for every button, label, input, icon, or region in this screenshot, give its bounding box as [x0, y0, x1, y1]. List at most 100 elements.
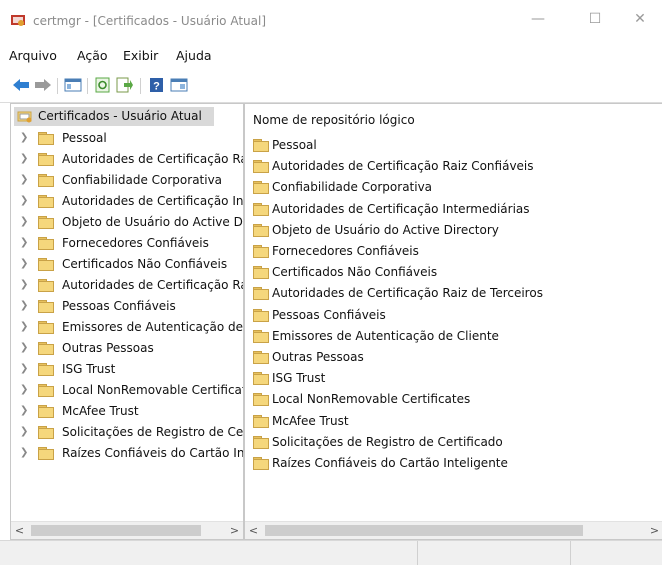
list-item[interactable]: Certificados Não Confiáveis [245, 262, 662, 283]
toolbar-separator [87, 78, 88, 94]
folder-icon [253, 287, 269, 301]
list-item[interactable]: Autoridades de Certificação Raiz de Terc… [245, 283, 662, 304]
menu-ajuda[interactable]: Ajuda [176, 48, 212, 63]
chevron-right-icon[interactable]: ❯ [20, 321, 28, 332]
tree-item[interactable]: ❯ Solicitações de Registro de Certificado [11, 422, 243, 443]
scroll-left-arrow[interactable]: < [245, 522, 262, 539]
folder-icon [38, 321, 54, 334]
list-item[interactable]: Autoridades de Certificação Raiz Confiáv… [245, 156, 662, 177]
export-list-icon[interactable] [116, 77, 134, 93]
tree-item[interactable]: ❯ ISG Trust [11, 359, 243, 380]
close-button[interactable]: ✕ [625, 8, 655, 30]
chevron-right-icon[interactable]: ❯ [20, 216, 28, 227]
list-item[interactable]: Fornecedores Confiáveis [245, 241, 662, 262]
folder-icon [253, 435, 269, 449]
status-segment [570, 541, 571, 565]
chevron-right-icon[interactable]: ❯ [20, 405, 28, 416]
tree-item[interactable]: ❯ Pessoas Confiáveis [11, 296, 243, 317]
show-hide-tree-icon[interactable] [64, 77, 82, 93]
tree-item[interactable]: ❯ Local NonRemovable Certificates [11, 380, 243, 401]
chevron-right-icon[interactable]: ❯ [20, 384, 28, 395]
scrollbar-thumb[interactable] [265, 525, 583, 536]
tree-item-label: Outras Pessoas [62, 341, 154, 355]
list-item[interactable]: Local NonRemovable Certificates [245, 389, 662, 410]
tree-item[interactable]: ❯ Autoridades de Certificação Raiz Confiá… [11, 149, 243, 170]
scrollbar-thumb[interactable] [31, 525, 201, 536]
back-arrow-icon[interactable] [12, 77, 30, 93]
tree-root-item[interactable]: Certificados - Usuário Atual [11, 107, 243, 126]
maximize-button[interactable]: ☐ [580, 8, 610, 30]
console-view-icon[interactable] [170, 77, 188, 93]
scroll-left-arrow[interactable]: < [11, 522, 28, 539]
chevron-right-icon[interactable]: ❯ [20, 300, 28, 311]
list-item[interactable]: Confiabilidade Corporativa [245, 177, 662, 198]
folder-icon [38, 300, 54, 313]
certmgr-app-icon [11, 15, 25, 26]
folder-icon [253, 308, 269, 322]
folder-icon [253, 181, 269, 195]
tree-item[interactable]: ❯ Confiabilidade Corporativa [11, 170, 243, 191]
help-icon[interactable]: ? [148, 77, 166, 93]
chevron-right-icon[interactable]: ❯ [20, 132, 28, 143]
tree-item[interactable]: ❯ Fornecedores Confiáveis [11, 233, 243, 254]
chevron-right-icon[interactable]: ❯ [20, 447, 28, 458]
list-item[interactable]: Autoridades de Certificação Intermediári… [245, 199, 662, 220]
list-horizontal-scrollbar[interactable]: < > [245, 521, 662, 539]
list-item[interactable]: ISG Trust [245, 368, 662, 389]
chevron-right-icon[interactable]: ❯ [20, 426, 28, 437]
tree-item[interactable]: ❯ Objeto de Usuário do Active Directory [11, 212, 243, 233]
tree-item[interactable]: ❯ Autoridades de Certificação Intermediár… [11, 191, 243, 212]
scroll-right-arrow[interactable]: > [226, 522, 243, 539]
menu-exibir[interactable]: Exibir [123, 48, 158, 63]
chevron-right-icon[interactable]: ❯ [20, 153, 28, 164]
folder-icon [38, 195, 54, 208]
list-item-label: Fornecedores Confiáveis [272, 244, 419, 258]
column-header-name[interactable]: Nome de repositório lógico [253, 113, 415, 127]
chevron-right-icon[interactable]: ❯ [20, 237, 28, 248]
tree-item[interactable]: ❯ Outras Pessoas [11, 338, 243, 359]
menu-acao[interactable]: Ação [77, 48, 108, 63]
list-item-label: Raízes Confiáveis do Cartão Inteligente [272, 456, 508, 470]
folder-icon [253, 245, 269, 258]
folder-icon [38, 153, 54, 166]
tree-item-label: Certificados Não Confiáveis [62, 257, 228, 271]
tree-item[interactable]: ❯ Autoridades de Certificação Raiz de Ter… [11, 275, 243, 296]
tree-item[interactable]: ❯ Raízes Confiáveis do Cartão Inteligente [11, 443, 243, 464]
folder-icon [253, 329, 269, 343]
toolbar-separator [140, 78, 141, 94]
chevron-right-icon[interactable]: ❯ [20, 258, 28, 269]
tree-item-label: Confiabilidade Corporativa [62, 173, 223, 187]
status-segment [417, 541, 418, 565]
list-item[interactable]: McAfee Trust [245, 411, 662, 432]
folder-icon [253, 457, 269, 470]
minimize-button[interactable]: — [523, 8, 553, 30]
folder-icon [253, 393, 269, 407]
list-item[interactable]: Solicitações de Registro de Certificado [245, 432, 662, 453]
chevron-right-icon[interactable]: ❯ [20, 342, 28, 353]
tree-item[interactable]: ❯ Certificados Não Confiáveis [11, 254, 243, 275]
refresh-icon[interactable] [94, 77, 112, 93]
tree-item[interactable]: ❯ Pessoal [11, 128, 243, 149]
forward-arrow-icon[interactable] [34, 77, 52, 93]
list-item[interactable]: Objeto de Usuário do Active Directory [245, 220, 662, 241]
tree-item-label: ISG Trust [62, 362, 116, 376]
tree-item-label: Objeto de Usuário do Active Directory [62, 215, 243, 229]
list-item[interactable]: Pessoal [245, 135, 662, 156]
tree-item-label: Local NonRemovable Certificates [62, 383, 244, 397]
tree-horizontal-scrollbar[interactable]: < > [11, 521, 243, 539]
tree-item[interactable]: ❯ McAfee Trust [11, 401, 243, 422]
chevron-right-icon[interactable]: ❯ [20, 279, 28, 290]
list-item[interactable]: Outras Pessoas [245, 347, 662, 368]
tree-item-label: Pessoal [62, 131, 107, 145]
list-item[interactable]: Pessoas Confiáveis [245, 305, 662, 326]
chevron-right-icon[interactable]: ❯ [20, 174, 28, 185]
list-pane: Nome de repositório lógico Pessoal Autori… [244, 103, 662, 540]
tree-item[interactable]: ❯ Emissores de Autenticação de Cliente [11, 317, 243, 338]
chevron-right-icon[interactable]: ❯ [20, 363, 28, 374]
list-item-label: Autoridades de Certificação Raiz Confiáv… [272, 159, 534, 174]
menu-arquivo[interactable]: Arquivo [9, 48, 57, 63]
list-item[interactable]: Emissores de Autenticação de Cliente [245, 326, 662, 347]
list-item[interactable]: Raízes Confiáveis do Cartão Inteligente [245, 453, 662, 474]
chevron-right-icon[interactable]: ❯ [20, 195, 28, 206]
scroll-right-arrow[interactable]: > [646, 522, 662, 539]
